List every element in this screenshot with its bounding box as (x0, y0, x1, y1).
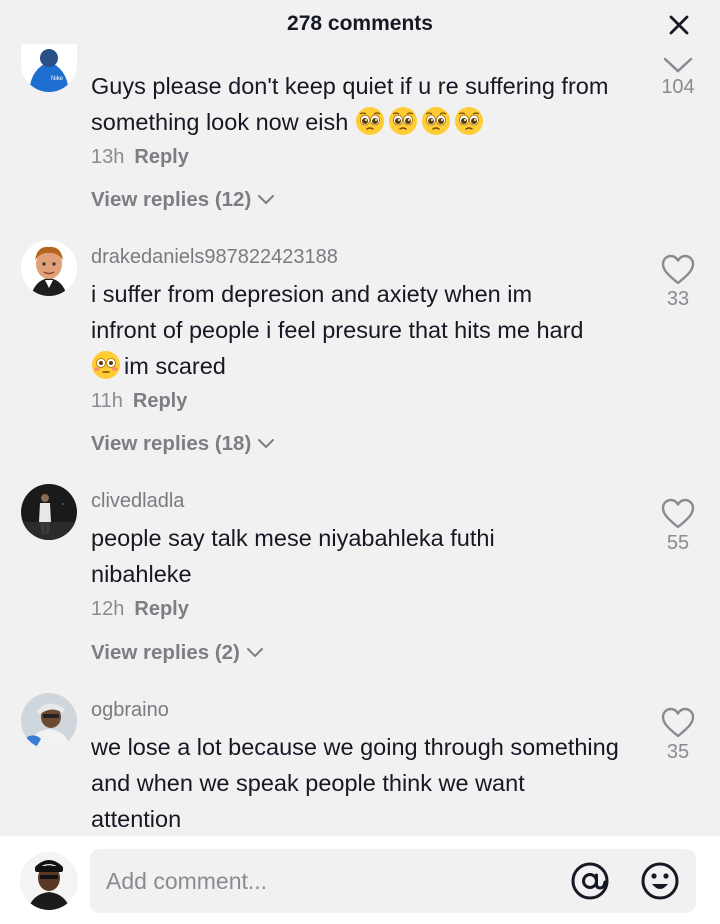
like-control: 35 (656, 707, 700, 764)
view-replies-button[interactable]: View replies (2) (91, 641, 264, 665)
like-control: 55 (656, 498, 700, 555)
close-icon[interactable] (664, 10, 694, 40)
chevron-down-icon (246, 648, 263, 658)
comment-text: we lose a lot because we going through s… (91, 734, 619, 832)
avatar[interactable] (21, 693, 77, 749)
emoji-picker-icon[interactable] (640, 861, 680, 901)
heart-icon[interactable] (661, 498, 695, 530)
pleading-face-emoji (388, 107, 417, 135)
comment-time: 11h (91, 390, 123, 412)
like-control: 104 (656, 56, 700, 99)
chevron-down-icon (258, 195, 275, 205)
reply-button[interactable]: Reply (133, 390, 187, 412)
avatar[interactable] (21, 484, 77, 540)
chevron-down-icon (258, 439, 275, 449)
flushed-face-emoji (92, 351, 120, 379)
view-replies-button[interactable]: View replies (12) (91, 188, 275, 212)
comment-time: 13h (91, 146, 125, 168)
comments-count-title: 278 comments (287, 12, 433, 35)
comment-meta: 13h Reply (91, 146, 189, 169)
pleading-face-emoji (355, 107, 384, 135)
like-control: 33 (656, 254, 700, 311)
pleading-face-emoji (454, 107, 483, 135)
pleading-face-emoji (421, 107, 450, 135)
comment-text: Guys please don't keep quiet if u re suf… (91, 73, 609, 135)
comments-header: 278 comments (0, 0, 720, 52)
avatar[interactable]: Nike (21, 44, 77, 92)
like-count: 55 (666, 532, 690, 554)
comment-username[interactable]: clivedladla (91, 490, 184, 513)
add-comment-input[interactable] (106, 849, 556, 913)
comment-text: i suffer from depresion and axiety when … (91, 281, 584, 379)
reply-button[interactable]: Reply (134, 598, 188, 620)
comment-username[interactable]: ogbraino (91, 699, 169, 722)
heart-icon[interactable] (661, 254, 695, 286)
avatar[interactable] (21, 240, 77, 296)
chevron-down-icon[interactable] (662, 56, 694, 74)
svg-text:Nike: Nike (51, 76, 64, 82)
comment-text: people say talk mese niyabahleka futhi n… (91, 525, 495, 587)
comment-time: 12h (91, 598, 125, 620)
pleading-face-emoji-group (355, 107, 487, 135)
comment-composer (0, 836, 720, 924)
comment-meta: 12h Reply (91, 598, 189, 621)
mention-at-icon[interactable] (570, 861, 610, 901)
comment-input-box (90, 849, 696, 913)
heart-icon[interactable] (661, 707, 695, 739)
view-replies-button[interactable]: View replies (18) (91, 432, 275, 456)
comment-meta: 11h Reply (91, 390, 187, 413)
like-count: 104 (661, 76, 695, 98)
like-count: 35 (666, 741, 690, 763)
comment-username[interactable]: drakedaniels987822423188 (91, 246, 338, 269)
like-count: 33 (666, 288, 690, 310)
reply-button[interactable]: Reply (134, 146, 188, 168)
my-avatar[interactable] (20, 852, 78, 910)
